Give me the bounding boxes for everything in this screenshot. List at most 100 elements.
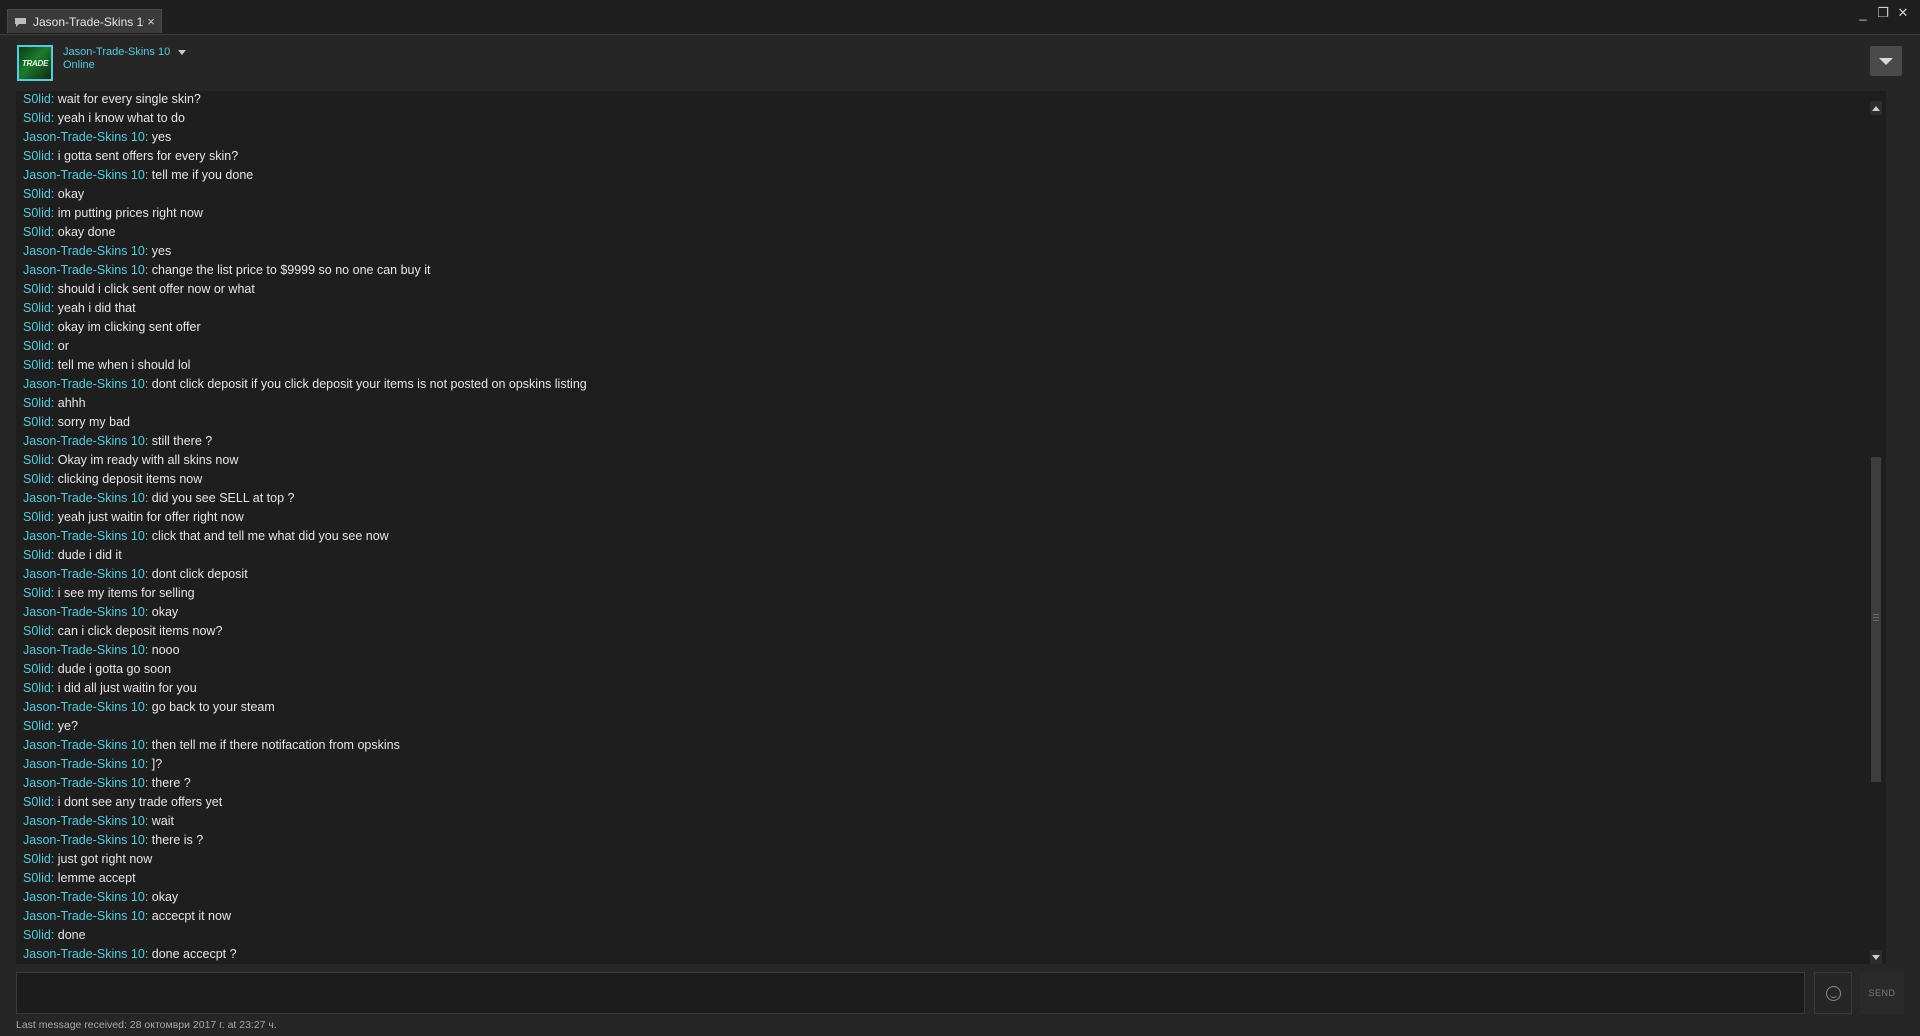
message-speaker[interactable]: S0lid: [23, 510, 51, 524]
message-speaker[interactable]: S0lid: [23, 320, 51, 334]
speaker-separator: :: [50, 225, 58, 239]
close-window-button[interactable]: ✕: [1896, 4, 1910, 22]
message-text: i dont see any trade offers yet: [57, 795, 223, 809]
send-button[interactable]: SEND: [1860, 972, 1904, 1014]
message-speaker[interactable]: Jason-Trade-Skins 10: [23, 909, 145, 923]
chat-scrollbar[interactable]: [1870, 101, 1882, 964]
scroll-up-button[interactable]: [1870, 101, 1882, 115]
message-speaker[interactable]: Jason-Trade-Skins 10: [23, 833, 145, 847]
message-speaker[interactable]: S0lid: [23, 795, 51, 809]
message-speaker[interactable]: S0lid: [23, 206, 51, 220]
scroll-thumb[interactable]: [1871, 457, 1881, 782]
message-speaker[interactable]: S0lid: [23, 871, 51, 885]
message-speaker[interactable]: Jason-Trade-Skins 10: [23, 757, 145, 771]
chat-options-button[interactable]: [1870, 46, 1902, 76]
message-text: still there ?: [151, 434, 213, 448]
message-speaker[interactable]: Jason-Trade-Skins 10: [23, 814, 145, 828]
friend-name-dropdown[interactable]: Jason-Trade-Skins 10: [63, 46, 187, 58]
chat-log[interactable]: S0lid: wait for every single skin? S0lid:…: [16, 91, 1886, 964]
message-input[interactable]: [17, 973, 1804, 1013]
emoticon-button[interactable]: [1814, 972, 1852, 1014]
message-text: i see my items for selling: [57, 586, 195, 600]
message-speaker[interactable]: S0lid: [23, 928, 51, 942]
chat-message: S0lid: can i click deposit items now?: [23, 622, 1856, 641]
message-speaker[interactable]: Jason-Trade-Skins 10: [23, 529, 145, 543]
message-speaker[interactable]: Jason-Trade-Skins 10: [23, 168, 145, 182]
message-speaker[interactable]: Jason-Trade-Skins 10: [23, 434, 145, 448]
message-speaker[interactable]: S0lid: [23, 852, 51, 866]
message-speaker[interactable]: Jason-Trade-Skins 10: [23, 890, 145, 904]
message-speaker[interactable]: Jason-Trade-Skins 10: [23, 130, 145, 144]
message-speaker[interactable]: Jason-Trade-Skins 10: [23, 700, 145, 714]
chat-message: Jason-Trade-Skins 10: there is ?: [23, 831, 1856, 850]
speaker-separator: :: [144, 700, 152, 714]
chat-message: Jason-Trade-Skins 10: still there ?: [23, 432, 1856, 451]
message-speaker[interactable]: Jason-Trade-Skins 10: [23, 605, 145, 619]
message-speaker[interactable]: S0lid: [23, 187, 51, 201]
message-text: sorry my bad: [57, 415, 130, 429]
message-speaker[interactable]: S0lid: [23, 225, 51, 239]
scroll-track[interactable]: [1871, 117, 1881, 948]
message-text: there is ?: [151, 833, 204, 847]
message-speaker[interactable]: Jason-Trade-Skins 10: [23, 567, 145, 581]
speaker-separator: :: [50, 662, 58, 676]
tab-close-icon[interactable]: ×: [144, 14, 158, 29]
message-speaker[interactable]: S0lid: [23, 415, 51, 429]
message-text: wait for every single skin?: [57, 92, 201, 106]
message-text: ]?: [151, 757, 163, 771]
message-text: or: [57, 339, 69, 353]
chat-bubble-icon: [14, 17, 27, 27]
message-speaker[interactable]: Jason-Trade-Skins 10: [23, 377, 145, 391]
chat-message: Jason-Trade-Skins 10: change the list pr…: [23, 261, 1856, 280]
message-speaker[interactable]: S0lid: [23, 586, 51, 600]
message-speaker[interactable]: S0lid: [23, 719, 51, 733]
message-speaker[interactable]: Jason-Trade-Skins 10: [23, 643, 145, 657]
chat-message: S0lid: wait for every single skin?: [23, 91, 1856, 109]
restore-button[interactable]: ❐: [1876, 4, 1890, 22]
message-speaker[interactable]: Jason-Trade-Skins 10: [23, 776, 145, 790]
message-text: okay: [151, 605, 179, 619]
message-speaker[interactable]: S0lid: [23, 681, 51, 695]
speaker-separator: :: [144, 909, 152, 923]
message-speaker[interactable]: S0lid: [23, 396, 51, 410]
message-speaker[interactable]: S0lid: [23, 339, 51, 353]
message-text: just got right now: [57, 852, 153, 866]
chat-message: S0lid: i see my items for selling: [23, 584, 1856, 603]
scroll-down-button[interactable]: [1870, 950, 1882, 964]
speaker-separator: :: [50, 396, 58, 410]
message-speaker[interactable]: Jason-Trade-Skins 10: [23, 491, 145, 505]
scroll-down-arrow-icon: [1872, 954, 1880, 960]
message-speaker[interactable]: S0lid: [23, 111, 51, 125]
chat-message: S0lid: okay: [23, 185, 1856, 204]
chat-message: Jason-Trade-Skins 10: dont click deposit…: [23, 375, 1856, 394]
chat-message: Jason-Trade-Skins 10: tell me if you don…: [23, 166, 1856, 185]
chat-tab[interactable]: Jason-Trade-Skins 10 ×: [7, 9, 162, 33]
speaker-separator: :: [144, 263, 152, 277]
message-text: nooo: [151, 643, 180, 657]
message-speaker[interactable]: S0lid: [23, 149, 51, 163]
message-speaker[interactable]: S0lid: [23, 453, 51, 467]
message-speaker[interactable]: S0lid: [23, 662, 51, 676]
friend-avatar[interactable]: TRADE: [17, 45, 53, 81]
message-text: i gotta sent offers for every skin?: [57, 149, 239, 163]
speaker-separator: :: [50, 111, 58, 125]
chat-message: Jason-Trade-Skins 10: wait: [23, 812, 1856, 831]
speaker-separator: :: [144, 605, 152, 619]
message-speaker[interactable]: Jason-Trade-Skins 10: [23, 947, 145, 961]
message-speaker[interactable]: S0lid: [23, 548, 51, 562]
speaker-separator: :: [144, 890, 152, 904]
speaker-separator: :: [50, 206, 58, 220]
message-speaker[interactable]: S0lid: [23, 282, 51, 296]
message-text: did you see SELL at top ?: [151, 491, 295, 505]
message-speaker[interactable]: S0lid: [23, 92, 51, 106]
message-speaker[interactable]: Jason-Trade-Skins 10: [23, 263, 145, 277]
message-speaker[interactable]: S0lid: [23, 624, 51, 638]
message-speaker[interactable]: S0lid: [23, 301, 51, 315]
message-speaker[interactable]: S0lid: [23, 358, 51, 372]
minimize-button[interactable]: _: [1856, 4, 1870, 22]
message-text: i did all just waitin for you: [57, 681, 197, 695]
message-speaker[interactable]: Jason-Trade-Skins 10: [23, 244, 145, 258]
message-speaker[interactable]: Jason-Trade-Skins 10: [23, 738, 145, 752]
message-speaker[interactable]: S0lid: [23, 472, 51, 486]
message-text: okay done: [57, 225, 116, 239]
